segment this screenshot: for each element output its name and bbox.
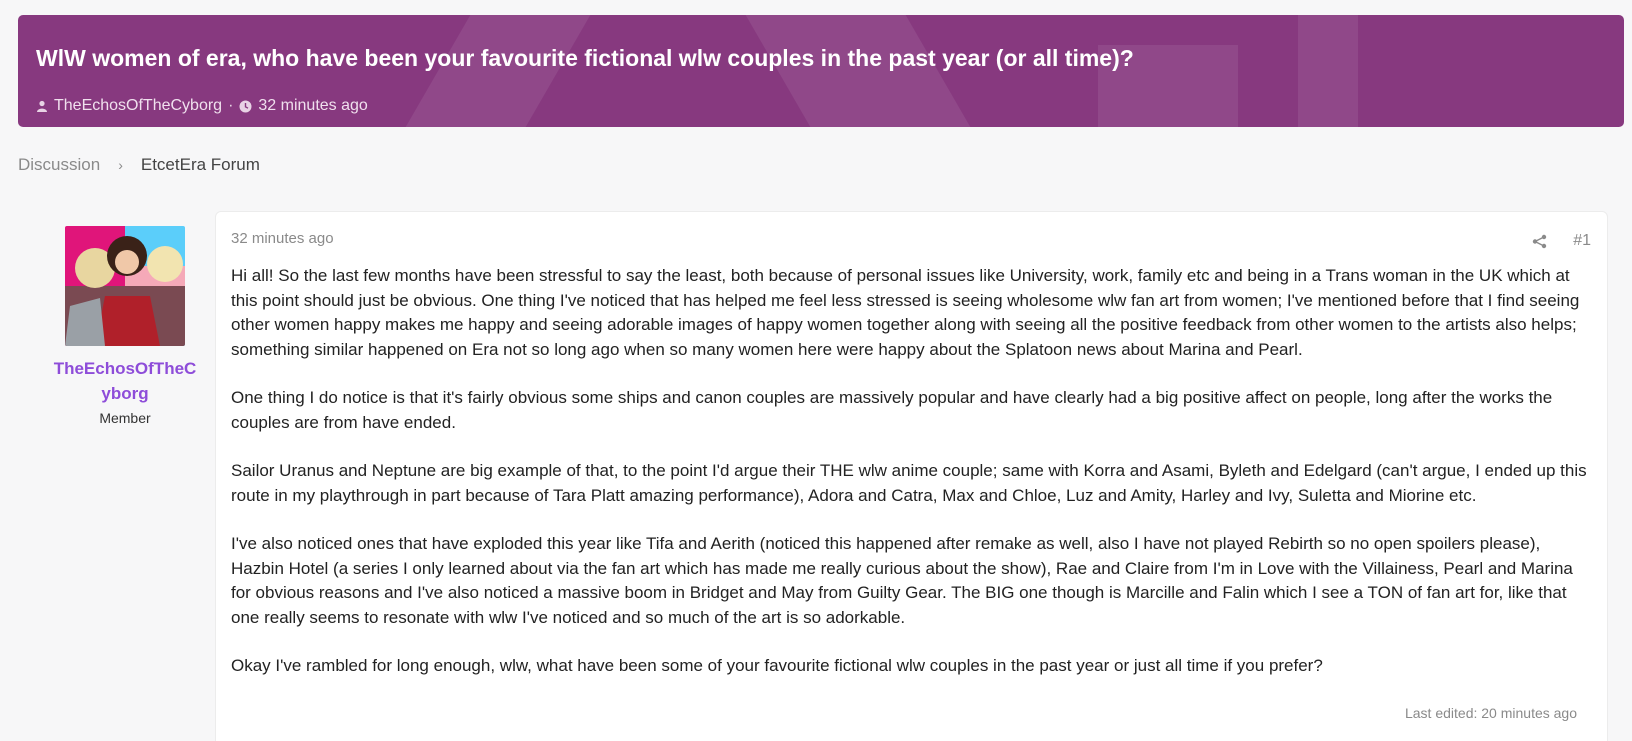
thread-title: WlW women of era, who have been your fav… [36, 45, 1134, 71]
breadcrumb: Discussion › EtcetEra Forum [18, 155, 260, 175]
post-actions: #1 [1532, 232, 1591, 250]
thread-meta: TheEchosOfTheCyborg · 32 minutes ago [36, 97, 368, 115]
share-icon[interactable] [1532, 234, 1547, 249]
post-paragraph: One thing I do notice is that it's fairl… [231, 388, 1553, 432]
avatar[interactable] [65, 226, 185, 346]
meta-separator: · [228, 97, 234, 114]
breadcrumb-item-discussion[interactable]: Discussion [18, 155, 100, 175]
breadcrumb-item-etcetera-forum[interactable]: EtcetEra Forum [141, 155, 260, 175]
post-paragraph: Okay I've rambled for long enough, wlw, … [231, 656, 1323, 675]
chevron-right-icon: › [118, 157, 123, 173]
post-time-link[interactable]: 32 minutes ago [231, 230, 334, 247]
post-user-cell: TheEchosOfTheCyborg Member [45, 226, 205, 426]
username-link[interactable]: TheEchosOfTheCyborg [45, 356, 205, 406]
banner-decoration [1298, 15, 1358, 127]
post-paragraph: Sailor Uranus and Neptune are big exampl… [231, 461, 1587, 505]
user-title: Member [99, 410, 151, 426]
thread-header-banner: WlW women of era, who have been your fav… [18, 15, 1624, 127]
post: 32 minutes ago #1 Hi all! So the last fe… [215, 211, 1608, 741]
post-paragraph: I've also noticed ones that have explode… [231, 534, 1573, 627]
last-edited: Last edited: 20 minutes ago [1404, 705, 1577, 721]
thread-author-link[interactable]: TheEchosOfTheCyborg [54, 97, 222, 115]
post-number-link[interactable]: #1 [1573, 232, 1591, 250]
post-paragraph: Hi all! So the last few months have been… [231, 266, 1580, 359]
post-body: Hi all! So the last few months have been… [231, 264, 1596, 703]
clock-icon [239, 100, 252, 112]
thread-time-link[interactable]: 32 minutes ago [258, 97, 367, 115]
user-icon [37, 100, 47, 112]
